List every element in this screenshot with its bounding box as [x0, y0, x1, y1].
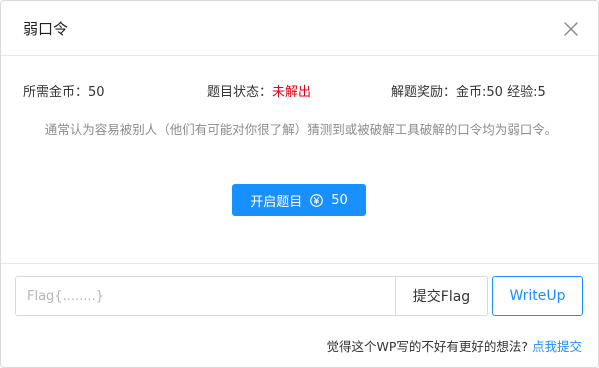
- close-icon: [564, 22, 578, 36]
- challenge-info-row: 所需金币：50 题目状态：未解出 解题奖励：金币:50 经验:5: [1, 84, 598, 102]
- status-label: 题目状态：: [207, 85, 273, 100]
- status-value: 未解出: [272, 85, 312, 100]
- yen-circle-icon: [310, 193, 324, 207]
- close-button[interactable]: [562, 20, 580, 38]
- start-challenge-button[interactable]: 开启题目 50: [232, 184, 366, 216]
- challenge-dialog: 弱口令 所需金币：50 题目状态：未解出 解题奖励：金币:50 经验:5 通常认…: [0, 0, 599, 368]
- start-button-label: 开启题目: [250, 194, 303, 210]
- flag-input[interactable]: [15, 276, 396, 316]
- dialog-title: 弱口令: [23, 20, 69, 38]
- challenge-status: 题目状态：未解出: [207, 84, 311, 102]
- reward-label: 解题奖励：: [391, 85, 457, 100]
- writeup-button[interactable]: WriteUp: [492, 276, 583, 316]
- challenge-reward: 解题奖励：金币:50 经验:5: [391, 84, 546, 102]
- reward-value: 金币:50 经验:5: [456, 85, 546, 100]
- footer-divider: [1, 263, 598, 264]
- feedback-question: 觉得这个WP写的不好有更好的想法?: [326, 339, 528, 354]
- coins-required: 所需金币：50: [23, 84, 105, 102]
- start-button-cost: 50: [331, 192, 348, 208]
- coins-required-label: 所需金币：: [23, 85, 89, 100]
- challenge-description: 通常认为容易被别人（他们有可能对你很了解）猜测到或被破解工具破解的口令均为弱口令…: [44, 122, 558, 137]
- coins-required-value: 50: [88, 85, 105, 100]
- feedback-submit-link[interactable]: 点我提交: [532, 339, 582, 354]
- feedback-prompt: 觉得这个WP写的不好有更好的想法? 点我提交: [326, 338, 582, 356]
- submit-flag-button[interactable]: 提交Flag: [395, 276, 488, 316]
- dialog-header: 弱口令: [1, 1, 598, 56]
